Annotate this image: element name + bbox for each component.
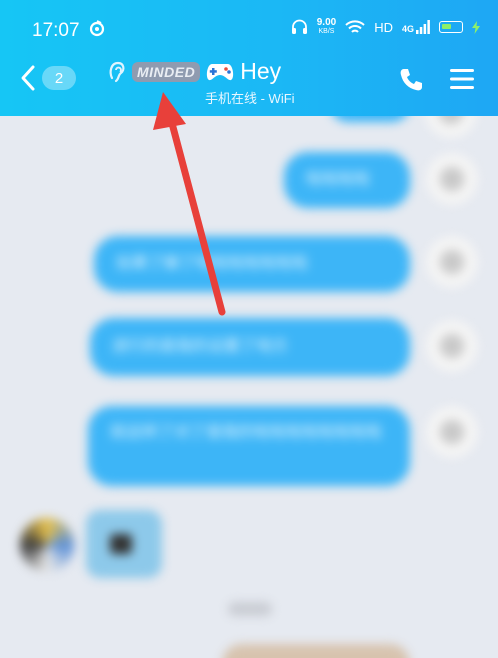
- red-arrow-annotation: [153, 92, 226, 316]
